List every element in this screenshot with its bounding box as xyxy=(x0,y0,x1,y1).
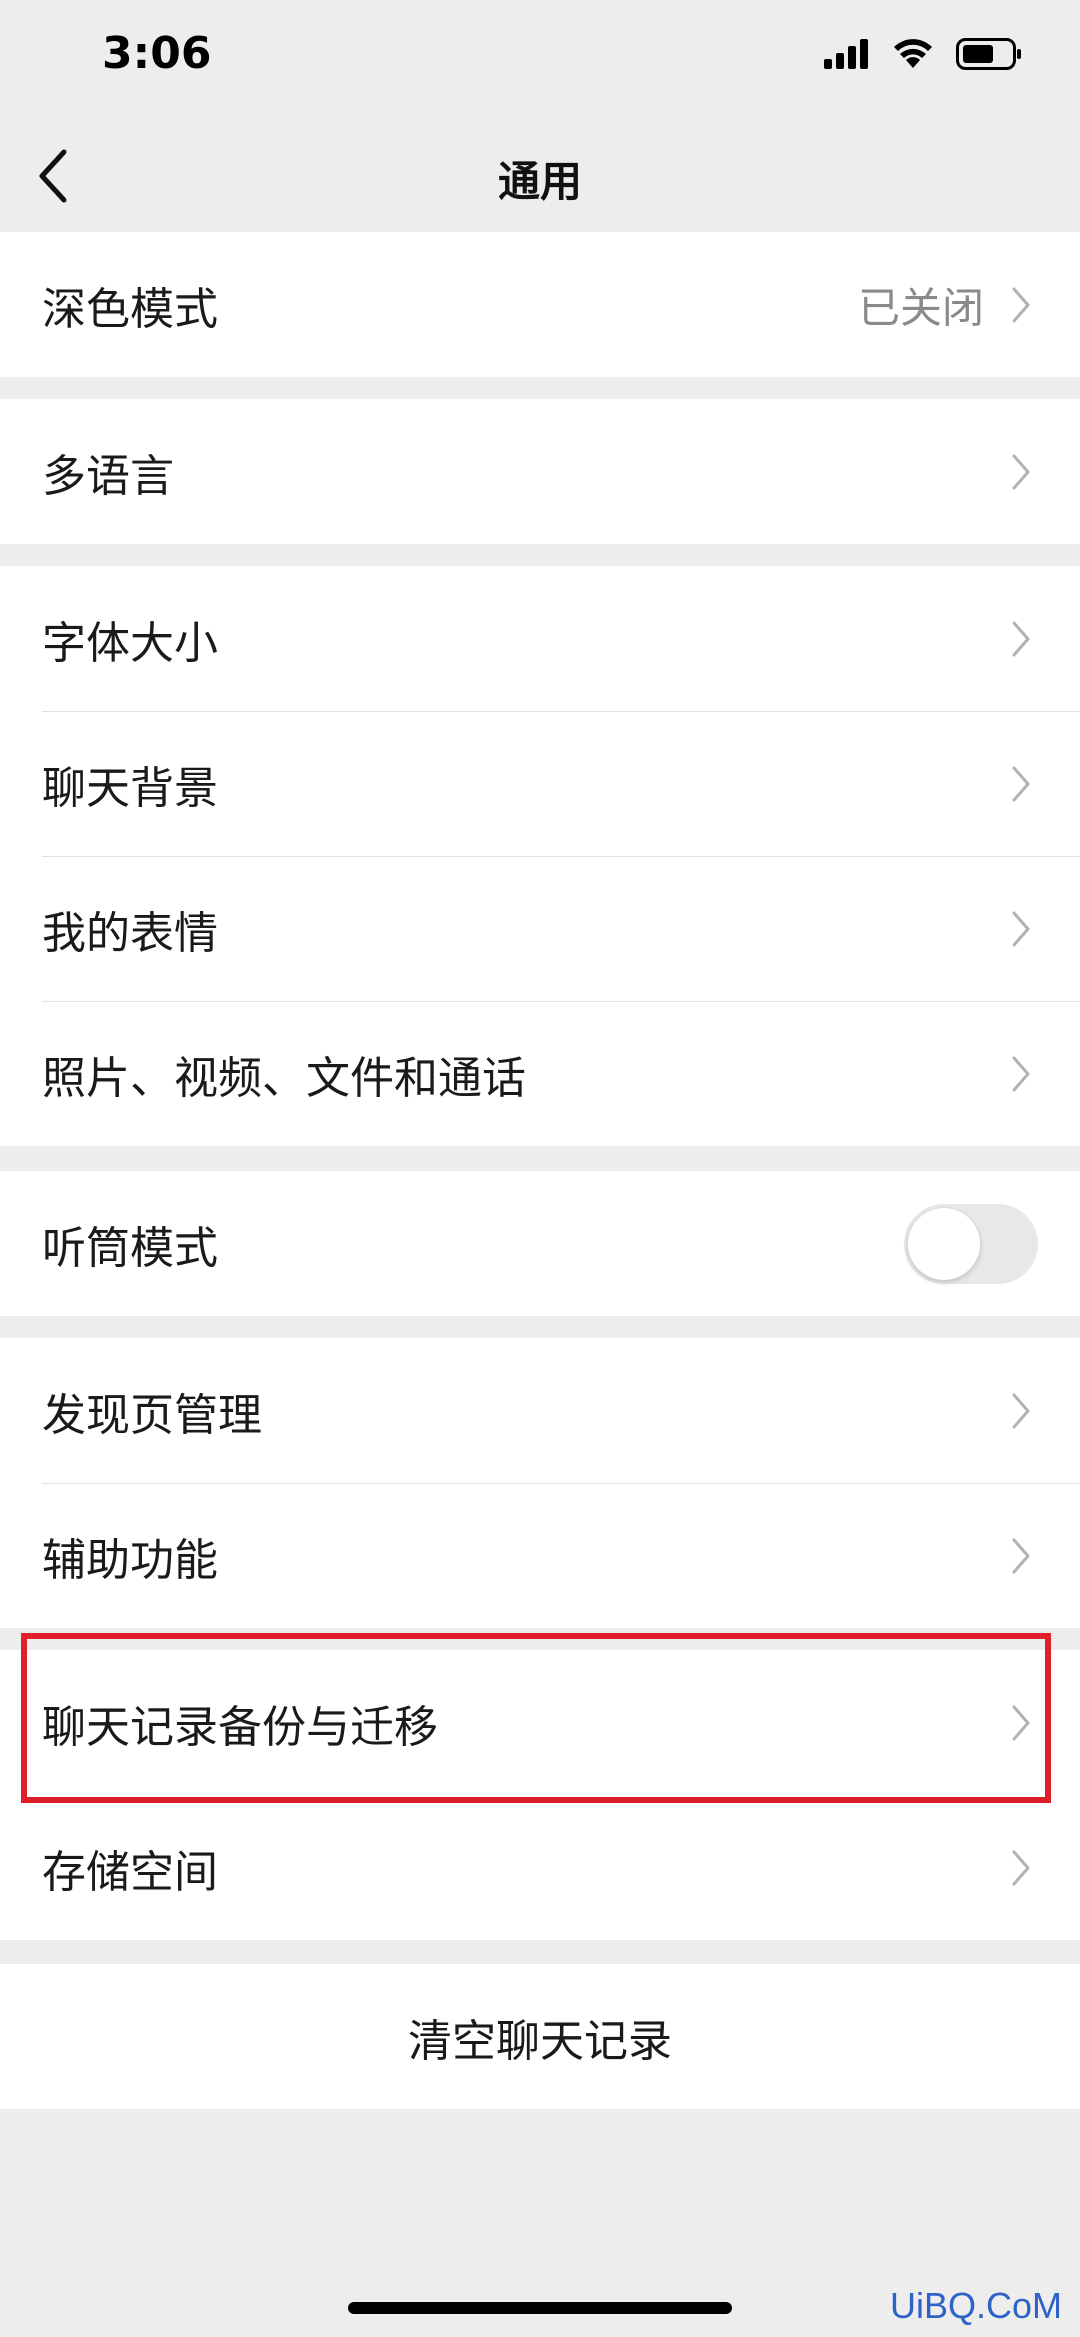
row-label: 深色模式 xyxy=(42,283,218,335)
chevron-right-icon xyxy=(1012,621,1030,656)
chevron-right-icon xyxy=(1012,1850,1030,1885)
dark-mode-row[interactable]: 深色模式 已关闭 xyxy=(0,232,1080,377)
row-label: 发现页管理 xyxy=(42,1389,262,1441)
row-label: 照片、视频、文件和通话 xyxy=(42,1052,526,1104)
chat-backup-migration-row[interactable]: 聊天记录备份与迁移 xyxy=(0,1650,1080,1795)
nav-bar: 通用 xyxy=(0,120,1080,232)
settings-group-language: 多语言 xyxy=(0,399,1080,544)
status-time: 3:06 xyxy=(102,28,212,79)
clear-chat-history-label: 清空聊天记录 xyxy=(408,2015,672,2067)
chevron-right-icon xyxy=(1012,1393,1030,1428)
language-row[interactable]: 多语言 xyxy=(0,399,1080,544)
row-divider xyxy=(42,1483,1080,1484)
earpiece-mode-row: 听筒模式 xyxy=(0,1171,1080,1316)
settings-group-storage: 聊天记录备份与迁移 存储空间 xyxy=(0,1650,1080,1940)
row-label: 字体大小 xyxy=(42,617,218,669)
chevron-right-icon xyxy=(1012,766,1030,801)
chevron-right-icon xyxy=(1012,1056,1030,1091)
watermark: UiBQ.CoM xyxy=(889,2285,1062,2326)
my-stickers-row[interactable]: 我的表情 xyxy=(0,856,1080,1001)
discover-management-row[interactable]: 发现页管理 xyxy=(0,1338,1080,1483)
media-calls-row[interactable]: 照片、视频、文件和通话 xyxy=(0,1001,1080,1146)
row-label: 辅助功能 xyxy=(42,1534,218,1586)
home-indicator[interactable] xyxy=(348,2302,732,2314)
settings-group-chat: 字体大小 聊天背景 我的表情 照片、视频、文件和通话 xyxy=(0,566,1080,1146)
accessibility-row[interactable]: 辅助功能 xyxy=(0,1483,1080,1628)
row-divider xyxy=(42,711,1080,712)
chevron-right-icon xyxy=(1012,911,1030,946)
chevron-right-icon xyxy=(1012,454,1030,489)
chat-background-row[interactable]: 聊天背景 xyxy=(0,711,1080,856)
row-value: 已关闭 xyxy=(857,283,984,332)
clear-chat-history-button[interactable]: 清空聊天记录 xyxy=(0,1964,1080,2109)
row-label: 我的表情 xyxy=(42,907,218,959)
status-bar: 3:06 xyxy=(0,0,1080,120)
chevron-right-icon xyxy=(1012,1538,1030,1573)
settings-group-earpiece: 听筒模式 xyxy=(0,1171,1080,1316)
toggle-knob xyxy=(908,1207,980,1280)
settings-group-display: 深色模式 已关闭 xyxy=(0,232,1080,377)
row-divider xyxy=(42,1001,1080,1002)
wifi-icon xyxy=(894,39,932,68)
chevron-right-icon xyxy=(1012,1705,1030,1740)
earpiece-mode-toggle[interactable] xyxy=(904,1203,1038,1284)
signal-icon xyxy=(824,39,868,69)
row-label: 聊天背景 xyxy=(42,762,218,814)
battery-icon xyxy=(956,38,1021,70)
settings-group-discover: 发现页管理 辅助功能 xyxy=(0,1338,1080,1628)
row-label: 聊天记录备份与迁移 xyxy=(42,1701,438,1753)
row-label: 存储空间 xyxy=(42,1846,218,1898)
page-title: 通用 xyxy=(497,157,582,206)
row-divider xyxy=(42,856,1080,857)
chevron-right-icon xyxy=(1012,287,1030,322)
row-label: 听筒模式 xyxy=(42,1222,218,1274)
status-icons xyxy=(824,38,1022,70)
storage-row[interactable]: 存储空间 xyxy=(0,1795,1080,1940)
font-size-row[interactable]: 字体大小 xyxy=(0,566,1080,711)
row-label: 多语言 xyxy=(42,450,174,502)
